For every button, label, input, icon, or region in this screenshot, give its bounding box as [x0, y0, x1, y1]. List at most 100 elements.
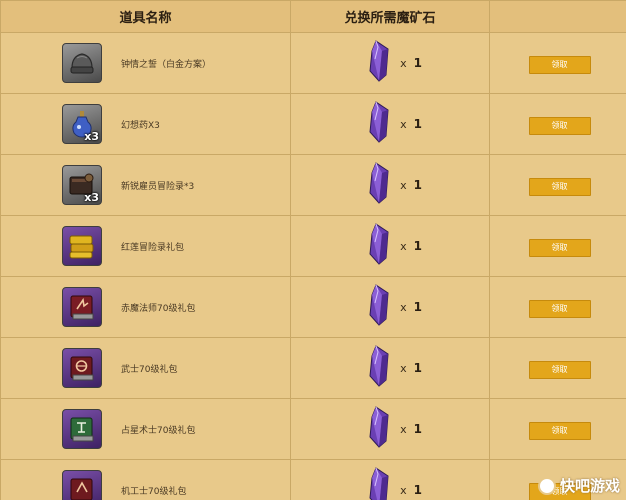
- item-name: 钟情之誓（白金方案）: [121, 59, 212, 70]
- quantity-badge: x3: [84, 191, 99, 204]
- cost-amount: 1: [413, 361, 422, 375]
- claim-button[interactable]: 领取: [528, 56, 591, 74]
- cost-cell: x1: [290, 154, 490, 216]
- cost-info: x1: [291, 277, 489, 337]
- item-name: 赤魔法师70级礼包: [121, 303, 196, 314]
- exchange-table: 道具名称 兑换所需魔矿石 钟情之誓（白金方案） x 1 领取 x3 幻想药X3 x 1 领取 x3…: [0, 0, 626, 500]
- item-cell: x3 新锐雇员冒险录*3: [0, 154, 291, 216]
- cost-cell: x1: [290, 215, 490, 277]
- item-info: x3 幻想药X3: [1, 94, 290, 154]
- cost-amount: 1: [413, 56, 422, 70]
- purple-crystal-icon: [366, 466, 392, 500]
- item-cell: 钟情之誓（白金方案）: [0, 32, 291, 94]
- cost-amount: 1: [413, 483, 422, 497]
- purple-crystal-icon: [366, 344, 392, 392]
- cost-info: x1: [291, 399, 489, 459]
- action-cell: 领取: [489, 398, 626, 460]
- exchange-page: 道具名称 兑换所需魔矿石 钟情之誓（白金方案） x 1 领取 x3 幻想药X3 x 1 领取 x3…: [0, 0, 626, 500]
- purple-crystal-icon: [366, 405, 392, 453]
- astrologian-book-icon: [62, 409, 102, 449]
- watermark-text: 快吧游戏: [559, 477, 620, 495]
- cost-cell: x1: [290, 32, 490, 94]
- table-row: 钟情之誓（白金方案） x 1 领取: [0, 32, 626, 94]
- table-row: 武士70级礼包 x 1 领取: [0, 337, 626, 399]
- cost-info: x1: [291, 338, 489, 398]
- gold-books-icon: [62, 226, 102, 266]
- item-cell: x3 幻想药X3: [0, 93, 291, 155]
- cost-info: x1: [291, 216, 489, 276]
- purple-crystal-icon: [366, 161, 392, 209]
- item-info: 红莲冒险录礼包: [1, 216, 290, 276]
- item-cell: 机工士70级礼包: [0, 459, 291, 500]
- cost-info: x1: [291, 33, 489, 93]
- claim-button[interactable]: 领取: [528, 361, 591, 379]
- cost-multiplier: x: [400, 300, 407, 314]
- item-info: 机工士70级礼包: [1, 460, 290, 500]
- item-name: 武士70级礼包: [121, 364, 178, 375]
- kuai8-logo-icon: [537, 476, 556, 495]
- purple-crystal-icon: [366, 100, 392, 148]
- item-cell: 武士70级礼包: [0, 337, 291, 399]
- cost-info: x1: [291, 460, 489, 500]
- cost-amount: 1: [413, 239, 422, 253]
- item-name: 幻想药X3: [121, 120, 160, 131]
- claim-button[interactable]: 领取: [528, 117, 591, 135]
- item-name: 机工士70级礼包: [121, 486, 187, 497]
- cost-cell: x1: [290, 459, 490, 500]
- table-row: 占星术士70级礼包 x 1 领取: [0, 398, 626, 460]
- cost-amount: 1: [413, 300, 422, 314]
- cost-multiplier: x: [400, 361, 407, 375]
- claim-button[interactable]: 领取: [528, 422, 591, 440]
- cost-amount: 1: [413, 117, 422, 131]
- item-info: 赤魔法师70级礼包: [1, 277, 290, 337]
- cost-multiplier: x: [400, 56, 407, 70]
- item-name: 占星术士70级礼包: [121, 425, 196, 436]
- table-row: 机工士70级礼包 x 1 领取: [0, 459, 626, 500]
- header-action: [489, 0, 626, 33]
- purple-crystal-icon: [366, 222, 392, 270]
- table-row: x3 幻想药X3 x 1 领取: [0, 93, 626, 155]
- claim-button[interactable]: 领取: [528, 239, 591, 257]
- table-header-row: 道具名称 兑换所需魔矿石: [0, 0, 626, 33]
- header-cost: 兑换所需魔矿石: [290, 0, 490, 33]
- ring-case-icon: [62, 43, 102, 83]
- claim-button[interactable]: 领取: [528, 178, 591, 196]
- cost-amount: 1: [413, 178, 422, 192]
- item-cell: 占星术士70级礼包: [0, 398, 291, 460]
- cost-info: x1: [291, 155, 489, 215]
- cost-multiplier: x: [400, 483, 407, 497]
- table-row: x3 新锐雇员冒险录*3 x 1 领取: [0, 154, 626, 216]
- action-cell: 领取: [489, 32, 626, 94]
- header-item-name: 道具名称: [0, 0, 291, 33]
- table-row: 赤魔法师70级礼包 x 1 领取: [0, 276, 626, 338]
- quantity-badge: x3: [84, 130, 99, 143]
- cost-multiplier: x: [400, 422, 407, 436]
- item-cell: 红莲冒险录礼包: [0, 215, 291, 277]
- cost-cell: x1: [290, 398, 490, 460]
- purple-crystal-icon: [366, 39, 392, 87]
- claim-button[interactable]: 领取: [528, 300, 591, 318]
- action-cell: 领取: [489, 276, 626, 338]
- dark-book-icon: x3: [62, 165, 102, 205]
- purple-crystal-icon: [366, 283, 392, 331]
- table-row: 红莲冒险录礼包 x 1 领取: [0, 215, 626, 277]
- table-body: 钟情之誓（白金方案） x 1 领取 x3 幻想药X3 x 1 领取 x3 新锐雇员冒险录*3 x 1 领取…: [0, 32, 626, 500]
- cost-amount: 1: [413, 422, 422, 436]
- potion-bottle-icon: x3: [62, 104, 102, 144]
- cost-cell: x1: [290, 337, 490, 399]
- cost-cell: x1: [290, 276, 490, 338]
- action-cell: 领取: [489, 93, 626, 155]
- item-info: x3 新锐雇员冒险录*3: [1, 155, 290, 215]
- cost-multiplier: x: [400, 178, 407, 192]
- action-cell: 领取: [489, 215, 626, 277]
- action-cell: 领取: [489, 154, 626, 216]
- samurai-book-icon: [62, 348, 102, 388]
- cost-info: x1: [291, 94, 489, 154]
- cost-multiplier: x: [400, 239, 407, 253]
- watermark: 快吧游戏: [537, 475, 620, 496]
- item-info: 武士70级礼包: [1, 338, 290, 398]
- item-name: 新锐雇员冒险录*3: [121, 181, 195, 192]
- red-mage-book-icon: [62, 287, 102, 327]
- item-name: 红莲冒险录礼包: [121, 242, 185, 253]
- cost-multiplier: x: [400, 117, 407, 131]
